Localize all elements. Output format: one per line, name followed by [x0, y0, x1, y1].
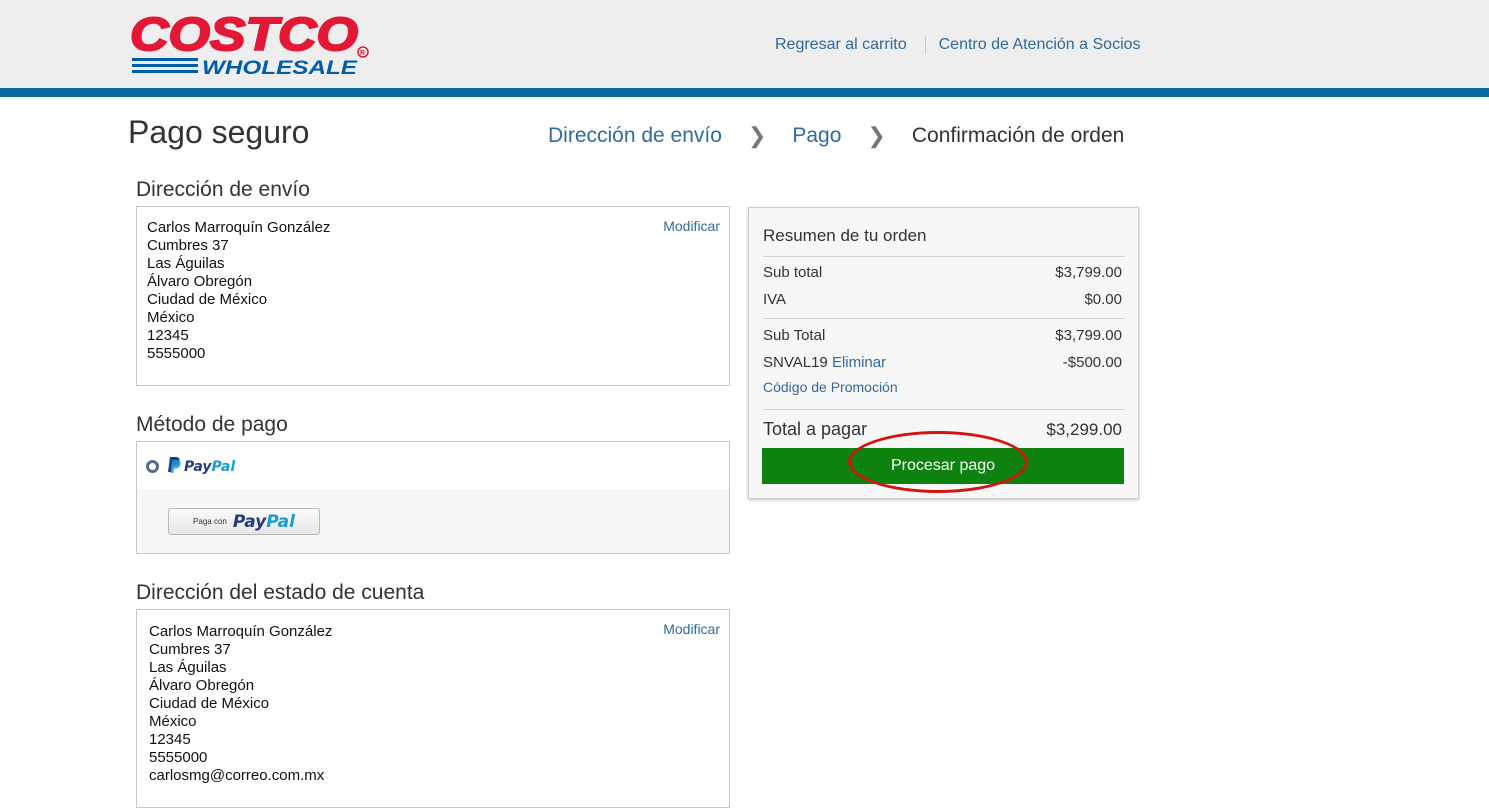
subtotal-label: Sub total [763, 264, 823, 281]
remove-promo-link[interactable]: Eliminar [832, 354, 886, 371]
address-line: Álvaro Obregón [149, 677, 255, 694]
address-line: Las Águilas [149, 659, 227, 676]
modify-shipping-link[interactable]: Modificar [663, 218, 720, 234]
paypal-radio[interactable] [146, 460, 159, 473]
shipping-address-heading: Dirección de envío [136, 178, 310, 201]
address-line: Carlos Marroquín González [147, 219, 331, 236]
address-line: 5555000 [147, 345, 206, 362]
subtotal-value: $3,799.00 [1055, 264, 1122, 281]
modify-billing-link[interactable]: Modificar [663, 621, 720, 637]
site-header: COSTCO WHOLESALE R Regresar al carrito C… [0, 0, 1489, 88]
shipping-address-text: Carlos Marroquín González Cumbres 37 Las… [147, 219, 330, 363]
payment-method-heading: Método de pago [136, 413, 288, 436]
promo-row: SNVAL19 Eliminar [763, 354, 886, 371]
header-link-divider [924, 36, 926, 54]
address-line: Ciudad de México [149, 695, 270, 712]
step-shipping-address[interactable]: Dirección de envío [548, 124, 722, 148]
divider [763, 256, 1125, 257]
billing-address-text: Carlos Marroquín González Cumbres 37 Las… [149, 623, 332, 785]
order-summary-panel: Resumen de tu orden Sub total $3,799.00 … [748, 207, 1139, 499]
pay-with-paypal-button[interactable]: Paga con Pay Pal [168, 508, 320, 535]
promo-code-label: SNVAL19 [763, 354, 828, 371]
step-order-confirmation: Confirmación de orden [911, 124, 1125, 147]
paypal-brand-light: Pal [211, 459, 236, 475]
address-line: Ciudad de México [147, 291, 268, 308]
process-payment-button[interactable]: Procesar pago [762, 448, 1124, 484]
divider [763, 318, 1125, 319]
total-label: Total a pagar [763, 419, 868, 439]
back-to-cart-link[interactable]: Regresar al carrito [775, 36, 907, 54]
promo-code-link[interactable]: Código de Promoción [763, 379, 898, 395]
address-line: 5555000 [149, 749, 208, 766]
iva-value: $0.00 [1084, 291, 1122, 308]
divider [763, 409, 1125, 410]
svg-text:R: R [360, 50, 365, 57]
address-line: Las Águilas [147, 255, 225, 272]
address-line: 12345 [147, 327, 189, 344]
promo-discount-value: -$500.00 [1062, 354, 1122, 371]
chevron-right-icon: ❯ [747, 123, 767, 148]
address-line: Cumbres 37 [149, 641, 231, 658]
total-value: $3,299.00 [1046, 420, 1122, 439]
paypal-brand-dark: Pay [184, 459, 212, 475]
subtotal2-label: Sub Total [763, 327, 826, 344]
page-title: Pago seguro [128, 114, 310, 150]
paypal-button-brand-light: Pal [266, 511, 295, 532]
address-line: Cumbres 37 [147, 237, 229, 254]
billing-address-box: Carlos Marroquín González Cumbres 37 Las… [136, 609, 730, 808]
header-accent-bar [0, 88, 1489, 97]
paypal-checkout-area: Paga con Pay Pal [137, 489, 729, 553]
chevron-right-icon: ❯ [867, 123, 886, 148]
paypal-option[interactable]: PayPal [137, 442, 729, 489]
payment-method-box: PayPal Paga con Pay Pal [136, 441, 730, 554]
logo-wholesale-text: WHOLESALE [202, 58, 359, 79]
iva-label: IVA [763, 291, 787, 308]
member-service-link[interactable]: Centro de Atención a Socios [939, 36, 1141, 54]
billing-address-heading: Dirección del estado de cuenta [136, 581, 425, 604]
paypal-logo: PayPal [167, 456, 235, 475]
order-summary-title: Resumen de tu orden [763, 226, 927, 245]
billing-email: carlosmg@correo.com.mx [149, 767, 325, 784]
address-line: México [149, 713, 197, 730]
paypal-button-prefix: Paga con [193, 517, 227, 526]
subtotal2-value: $3,799.00 [1055, 327, 1122, 344]
shipping-address-box: Carlos Marroquín González Cumbres 37 Las… [136, 206, 730, 386]
address-line: Álvaro Obregón [147, 273, 253, 290]
address-line: Carlos Marroquín González [149, 623, 333, 640]
header-links: Regresar al carrito Centro de Atención a… [775, 36, 1141, 54]
address-line: 12345 [149, 731, 191, 748]
address-line: México [147, 309, 195, 326]
checkout-steps: Dirección de envío ❯ Pago ❯ Confirmación… [548, 123, 1124, 149]
costco-wholesale-logo[interactable]: COSTCO WHOLESALE R [128, 8, 373, 80]
paypal-button-brand-dark: Pay [232, 511, 267, 532]
paypal-icon [168, 457, 181, 473]
step-payment[interactable]: Pago [792, 124, 841, 148]
logo-costco-text: COSTCO [130, 8, 358, 60]
